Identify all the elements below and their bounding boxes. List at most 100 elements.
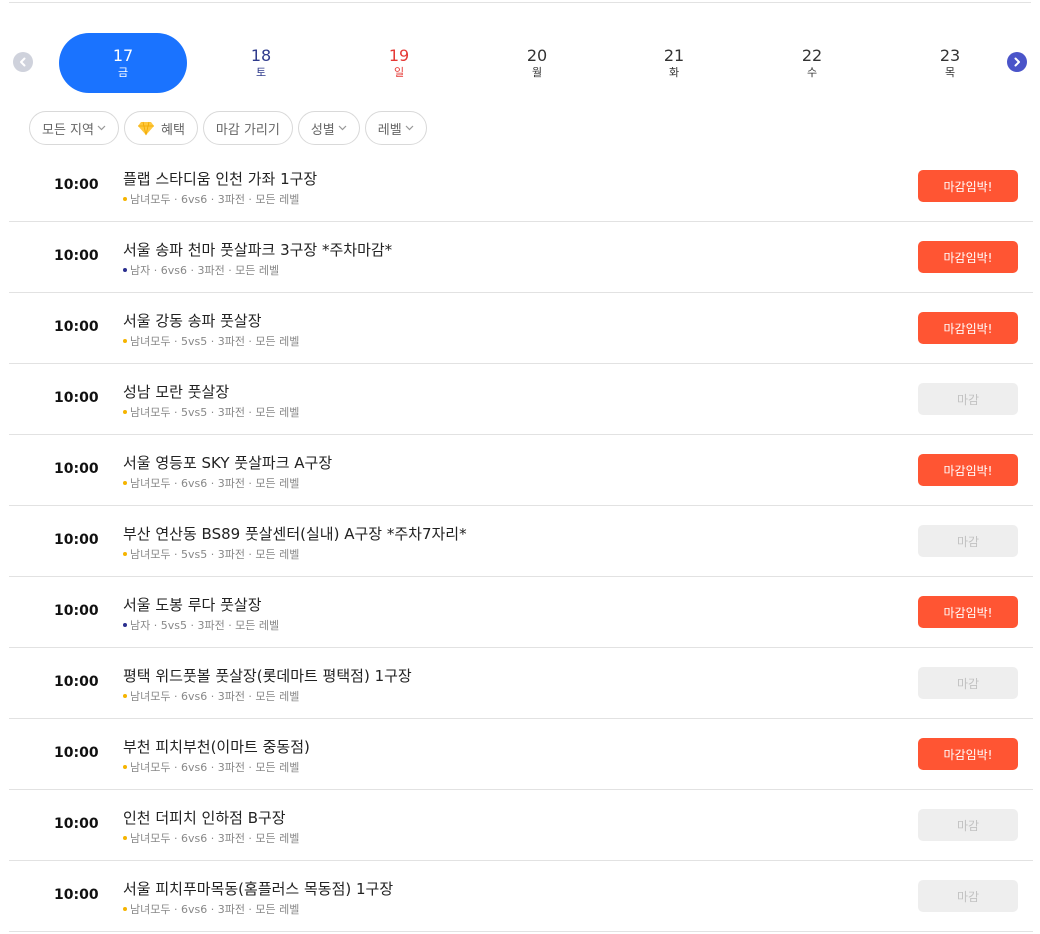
chevron-left-icon	[18, 57, 28, 67]
match-row[interactable]: 10:00 서울 피치푸마목동(홈플러스 목동점) 1구장 남녀모두 · 6vs…	[9, 861, 1033, 932]
date-item[interactable]: 20 월	[473, 33, 601, 93]
match-title: 평택 위드풋볼 풋살장(롯데마트 평택점) 1구장	[123, 667, 412, 685]
date-number: 18	[250, 46, 272, 65]
match-row[interactable]: 10:00 플랩 스타디움 인천 가좌 1구장 남녀모두 · 6vs6 · 3파…	[9, 151, 1033, 222]
prev-week-button[interactable]	[13, 52, 33, 72]
filter-label: 성별	[310, 122, 335, 138]
match-time: 10:00	[54, 745, 99, 761]
match-time: 10:00	[54, 390, 99, 406]
gender-dot	[123, 339, 127, 343]
match-meta: 남녀모두 · 6vs6 · 3파전 · 모든 레벨	[123, 830, 299, 846]
match-title: 서울 송파 천마 풋살파크 3구장 *주차마감*	[123, 241, 393, 259]
date-item[interactable]: 19 일	[335, 33, 463, 93]
match-time: 10:00	[54, 674, 99, 690]
date-item[interactable]: 23 목	[886, 33, 1014, 93]
date-item[interactable]: 18 토	[197, 33, 325, 93]
filter-label: 혜택	[160, 122, 185, 138]
match-meta-text: 남녀모두 · 5vs5 · 3파전 · 모든 레벨	[130, 406, 300, 419]
filter-label: 마감 가리기	[215, 122, 280, 138]
match-row[interactable]: 10:00 평택 위드풋볼 풋살장(롯데마트 평택점) 1구장 남녀모두 · 6…	[9, 648, 1033, 719]
match-meta-text: 남녀모두 · 6vs6 · 3파전 · 모든 레벨	[130, 690, 300, 703]
match-row[interactable]: 10:00 서울 도봉 루다 풋살장 남자 · 5vs5 · 3파전 · 모든 …	[9, 577, 1033, 648]
match-meta: 남자 · 6vs6 · 3파전 · 모든 레벨	[123, 262, 279, 278]
date-item[interactable]: 22 수	[748, 33, 876, 93]
match-time: 10:00	[54, 532, 99, 548]
status-button[interactable]: 마감	[918, 383, 1018, 415]
status-button[interactable]: 마감임박!	[918, 596, 1018, 628]
match-title: 성남 모란 풋살장	[123, 383, 230, 401]
date-navigation: 17 금 18 토 19 일 20 월 21 화 22 수 23 목	[0, 33, 1040, 93]
match-row[interactable]: 10:00 성남 모란 풋살장 남녀모두 · 5vs5 · 3파전 · 모든 레…	[9, 364, 1033, 435]
date-weekday: 금	[117, 66, 129, 79]
level-filter-button[interactable]: 레벨	[364, 111, 427, 145]
gender-dot	[123, 410, 127, 414]
filter-label: 모든 지역	[42, 122, 94, 138]
match-meta-text: 남녀모두 · 6vs6 · 3파전 · 모든 레벨	[130, 903, 300, 916]
match-row[interactable]: 10:00 서울 강동 송파 풋살장 남녀모두 · 5vs5 · 3파전 · 모…	[9, 293, 1033, 364]
match-row[interactable]: 10:00 부산 연산동 BS89 풋살센터(실내) A구장 *주차7자리* 남…	[9, 506, 1033, 577]
match-meta-text: 남녀모두 · 6vs6 · 3파전 · 모든 레벨	[130, 832, 300, 845]
match-meta: 남자 · 5vs5 · 3파전 · 모든 레벨	[123, 617, 279, 633]
date-weekday: 화	[668, 66, 680, 79]
date-weekday: 목	[944, 66, 956, 79]
chevron-down-icon	[97, 125, 106, 131]
match-meta-text: 남녀모두 · 5vs5 · 3파전 · 모든 레벨	[130, 335, 300, 348]
match-time: 10:00	[54, 461, 99, 477]
gender-dot	[123, 197, 127, 201]
gender-dot	[123, 765, 127, 769]
status-button[interactable]: 마감	[918, 525, 1018, 557]
status-button[interactable]: 마감	[918, 667, 1018, 699]
match-meta: 남녀모두 · 5vs5 · 3파전 · 모든 레벨	[123, 546, 299, 562]
status-button[interactable]: 마감	[918, 809, 1018, 841]
status-button[interactable]: 마감임박!	[918, 454, 1018, 486]
match-time: 10:00	[54, 603, 99, 619]
match-meta: 남녀모두 · 6vs6 · 3파전 · 모든 레벨	[123, 191, 299, 207]
status-button[interactable]: 마감임박!	[918, 738, 1018, 770]
match-title: 서울 영등포 SKY 풋살파크 A구장	[123, 454, 333, 472]
date-item[interactable]: 21 화	[610, 33, 738, 93]
match-row[interactable]: 10:00 인천 더피치 인하점 B구장 남녀모두 · 6vs6 · 3파전 ·…	[9, 790, 1033, 861]
status-button[interactable]: 마감임박!	[918, 170, 1018, 202]
match-title: 서울 강동 송파 풋살장	[123, 312, 262, 330]
region-filter-button[interactable]: 모든 지역	[29, 111, 119, 145]
date-weekday: 월	[531, 66, 543, 79]
gender-dot	[123, 552, 127, 556]
status-button[interactable]: 마감임박!	[918, 241, 1018, 273]
chevron-down-icon	[405, 125, 414, 131]
date-number: 21	[663, 46, 685, 65]
date-number: 20	[526, 46, 548, 65]
match-row[interactable]: 10:00 서울 영등포 SKY 풋살파크 A구장 남녀모두 · 6vs6 · …	[9, 435, 1033, 506]
match-row[interactable]: 10:00 서울 송파 천마 풋살파크 3구장 *주차마감* 남자 · 6vs6…	[9, 222, 1033, 293]
date-item[interactable]: 17 금	[59, 33, 187, 93]
match-meta-text: 남녀모두 · 6vs6 · 3파전 · 모든 레벨	[130, 477, 300, 490]
gender-dot	[123, 694, 127, 698]
status-button[interactable]: 마감	[918, 880, 1018, 912]
gender-dot	[123, 836, 127, 840]
match-time: 10:00	[54, 816, 99, 832]
match-meta: 남녀모두 · 5vs5 · 3파전 · 모든 레벨	[123, 404, 299, 420]
filter-label: 레벨	[377, 122, 402, 138]
gender-filter-button[interactable]: 성별	[297, 111, 360, 145]
match-meta: 남녀모두 · 6vs6 · 3파전 · 모든 레벨	[123, 901, 299, 917]
date-number: 23	[939, 46, 961, 65]
date-number: 22	[801, 46, 823, 65]
chevron-down-icon	[338, 125, 347, 131]
match-meta: 남녀모두 · 6vs6 · 3파전 · 모든 레벨	[123, 688, 299, 704]
hide-closed-filter-button[interactable]: 마감 가리기	[202, 111, 293, 145]
match-meta-text: 남녀모두 · 6vs6 · 3파전 · 모든 레벨	[130, 761, 300, 774]
match-row[interactable]: 10:00 부천 피치부천(이마트 중동점) 남녀모두 · 6vs6 · 3파전…	[9, 719, 1033, 790]
match-title: 부산 연산동 BS89 풋살센터(실내) A구장 *주차7자리*	[123, 525, 467, 543]
chevron-right-icon	[1012, 57, 1022, 67]
match-meta-text: 남자 · 6vs6 · 3파전 · 모든 레벨	[130, 264, 280, 277]
top-divider	[9, 2, 1031, 3]
date-number: 19	[388, 46, 410, 65]
benefit-filter-button[interactable]: 혜택	[123, 111, 198, 145]
filter-bar: 모든 지역 혜택 마감 가리기 성별 레벨	[29, 111, 427, 145]
match-list: 10:00 플랩 스타디움 인천 가좌 1구장 남녀모두 · 6vs6 · 3파…	[9, 151, 1033, 932]
status-button[interactable]: 마감임박!	[918, 312, 1018, 344]
match-meta-text: 남녀모두 · 5vs5 · 3파전 · 모든 레벨	[130, 548, 300, 561]
next-week-button[interactable]	[1007, 52, 1027, 72]
match-title: 플랩 스타디움 인천 가좌 1구장	[123, 170, 318, 188]
match-meta: 남녀모두 · 5vs5 · 3파전 · 모든 레벨	[123, 333, 299, 349]
date-weekday: 수	[806, 66, 818, 79]
